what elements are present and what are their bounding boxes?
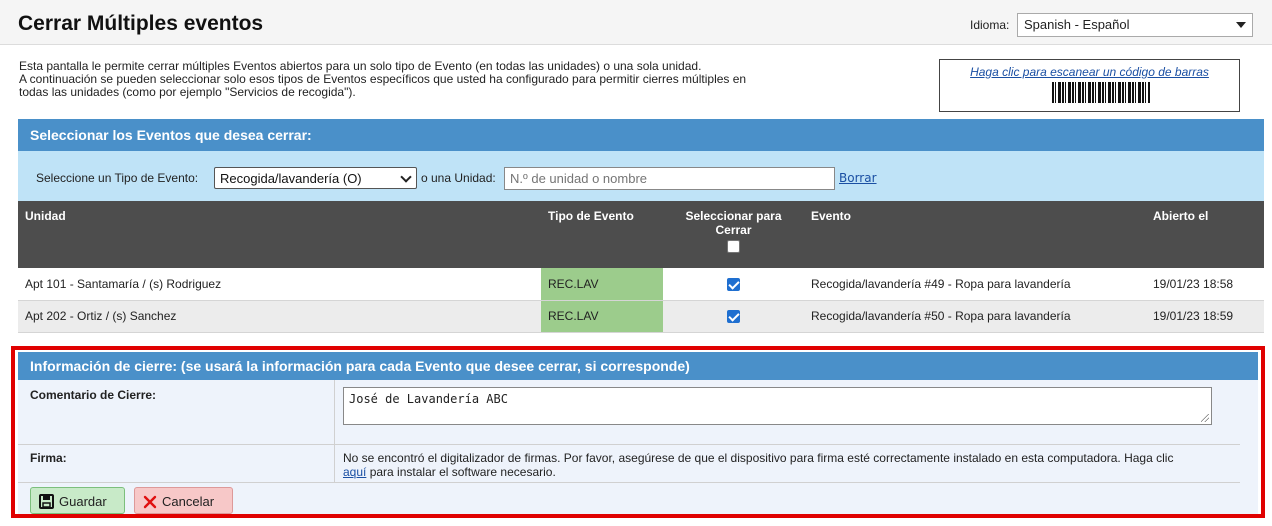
col-select-label: Seleccionar para Cerrar	[685, 209, 782, 237]
col-select: Seleccionar para Cerrar	[663, 201, 804, 268]
intro-text: Esta pantalla le permite cerrar múltiple…	[19, 60, 849, 99]
row-select-cell	[663, 268, 804, 301]
row-opened: 19/01/23 18:59	[1146, 300, 1264, 333]
row-event: Recogida/lavandería #50 - Ropa para lava…	[804, 300, 1146, 333]
col-opened: Abierto el	[1146, 201, 1264, 268]
scan-barcode-link[interactable]: Haga clic para escanear un código de bar…	[940, 65, 1239, 79]
events-table: Unidad Tipo de Evento Seleccionar para C…	[18, 201, 1264, 333]
col-type: Tipo de Evento	[541, 201, 663, 268]
row-select-cell	[663, 300, 804, 333]
event-type-select[interactable]: Recogida/lavandería (O)	[214, 167, 417, 189]
barcode-box[interactable]: Haga clic para escanear un código de bar…	[939, 59, 1240, 112]
clear-link[interactable]: Borrar	[839, 171, 877, 185]
unit-search-input[interactable]	[504, 167, 835, 190]
language-value: Spanish - Español	[1024, 17, 1130, 32]
barcode-icon[interactable]	[1052, 82, 1150, 103]
col-event: Evento	[804, 201, 1146, 268]
row-type: REC.LAV	[541, 300, 663, 333]
event-type-value: Recogida/lavandería (O)	[220, 171, 362, 186]
row-unit: Apt 202 - Ortiz / (s) Sanchez	[18, 300, 541, 333]
caret-down-icon	[1236, 22, 1246, 28]
highlight-frame	[11, 346, 1265, 518]
language-label: Idioma:	[970, 18, 1010, 32]
event-type-label: Seleccione un Tipo de Evento:	[36, 171, 199, 185]
unit-label: o una Unidad:	[421, 171, 496, 185]
table-row: Apt 202 - Ortiz / (s) Sanchez REC.LAV Re…	[18, 300, 1264, 333]
select-events-section: Seleccionar los Eventos que desea cerrar…	[18, 119, 1264, 334]
top-bar: Cerrar Múltiples eventos Idioma: Spanish…	[0, 0, 1272, 45]
chevron-down-icon	[400, 171, 412, 183]
row-checkbox[interactable]	[727, 310, 740, 324]
row-event: Recogida/lavandería #49 - Ropa para lava…	[804, 268, 1146, 301]
filter-row: Seleccione un Tipo de Evento: Recogida/l…	[18, 151, 1264, 201]
row-unit: Apt 101 - Santamaría / (s) Rodriguez	[18, 268, 541, 301]
row-opened: 19/01/23 18:58	[1146, 268, 1264, 301]
select-all-checkbox[interactable]	[727, 240, 740, 253]
page-title: Cerrar Múltiples eventos	[18, 12, 264, 35]
row-checkbox[interactable]	[727, 277, 740, 291]
intro-line-3: todas las unidades (como por ejemplo "Se…	[19, 85, 356, 99]
row-type: REC.LAV	[541, 268, 663, 301]
table-row: Apt 101 - Santamaría / (s) Rodriguez REC…	[18, 268, 1264, 301]
select-events-title: Seleccionar los Eventos que desea cerrar…	[18, 119, 1264, 151]
col-unit: Unidad	[18, 201, 541, 268]
language-select[interactable]: Spanish - Español	[1017, 13, 1253, 37]
